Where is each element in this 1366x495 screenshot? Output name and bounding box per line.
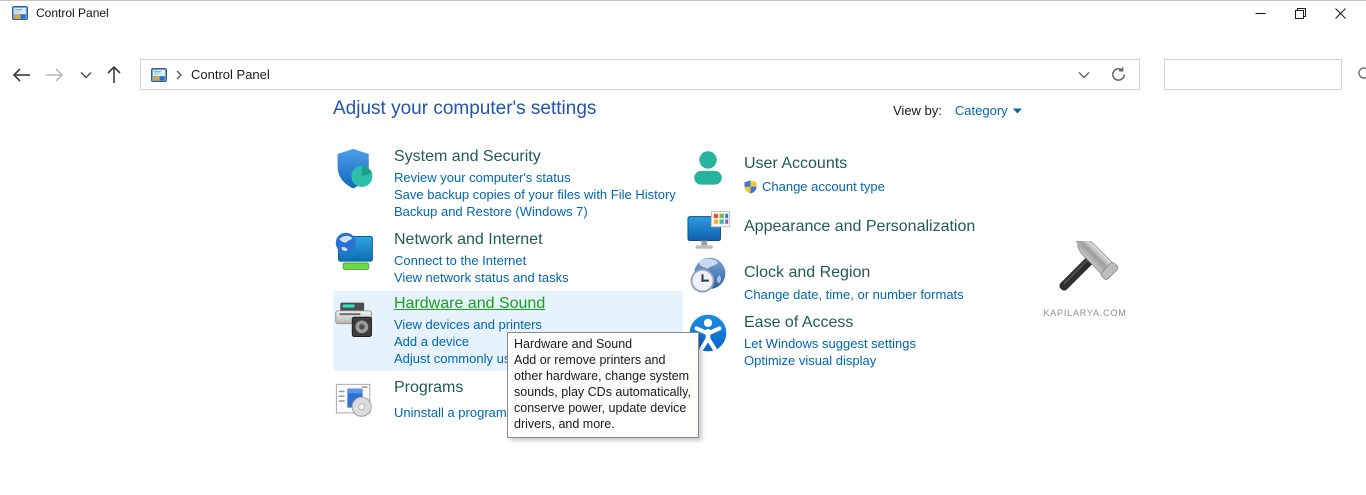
category-system-and-security: System and Security Review your computer… <box>333 147 676 220</box>
control-panel-icon <box>151 67 167 83</box>
search-input[interactable] <box>1165 60 1357 89</box>
tooltip-hardware-and-sound: Hardware and Sound Add or remove printer… <box>507 332 699 438</box>
link-change-date-time-formats[interactable]: Change date, time, or number formats <box>744 286 964 303</box>
recent-pages-button[interactable] <box>72 61 100 89</box>
watermark-text: KAPILARYA.COM <box>1030 308 1140 318</box>
breadcrumb-root[interactable]: Control Panel <box>191 67 270 82</box>
link-file-history[interactable]: Save backup copies of your files with Fi… <box>394 186 676 203</box>
view-by-label: View by: <box>893 103 942 118</box>
refresh-icon[interactable] <box>1110 66 1127 83</box>
category-title-system-and-security[interactable]: System and Security <box>394 147 676 167</box>
recent-pages-chevron-icon <box>80 71 92 79</box>
dropdown-triangle-icon <box>1013 108 1022 114</box>
printer-speaker-icon[interactable] <box>333 298 377 342</box>
window-title: Control Panel <box>36 6 109 20</box>
address-bar[interactable]: Control Panel <box>140 59 1140 90</box>
minimize-button[interactable] <box>1240 1 1280 25</box>
category-title-ease-of-access[interactable]: Ease of Access <box>744 313 916 333</box>
user-person-icon[interactable] <box>686 148 730 192</box>
category-user-accounts: User Accounts Change account type <box>686 154 885 197</box>
page-title: Adjust your computer's settings <box>333 98 596 120</box>
magnifier-icon[interactable] <box>1357 66 1366 83</box>
link-backup-restore[interactable]: Backup and Restore (Windows 7) <box>394 203 676 220</box>
search-box[interactable] <box>1164 59 1342 90</box>
back-arrow-icon <box>12 67 32 83</box>
link-network-status[interactable]: View network status and tasks <box>394 269 569 286</box>
shield-security-icon[interactable] <box>333 147 377 193</box>
link-optimize-visual-display[interactable]: Optimize visual display <box>744 352 916 369</box>
close-icon <box>1335 8 1346 19</box>
link-view-devices-printers[interactable]: View devices and printers <box>394 316 621 333</box>
programs-cd-icon[interactable] <box>333 380 377 422</box>
title-bar: Control Panel <box>0 1 1366 25</box>
category-title-clock-and-region[interactable]: Clock and Region <box>744 263 964 283</box>
category-clock-and-region: Clock and Region Change date, time, or n… <box>686 263 964 304</box>
forward-button[interactable] <box>40 61 68 89</box>
control-panel-window: Control Panel <box>0 0 1366 495</box>
navigation-bar: Control Panel <box>0 25 1366 75</box>
hammer-icon <box>1046 241 1124 301</box>
link-connect-internet[interactable]: Connect to the Internet <box>394 252 569 269</box>
category-title-user-accounts[interactable]: User Accounts <box>744 154 885 174</box>
watermark: KAPILARYA.COM <box>1030 241 1140 318</box>
link-review-computer-status[interactable]: Review your computer's status <box>394 169 676 186</box>
category-programs: Programs Uninstall a program <box>333 378 507 427</box>
minimize-icon <box>1255 8 1266 19</box>
category-network-and-internet: Network and Internet Connect to the Inte… <box>333 230 569 286</box>
back-button[interactable] <box>8 61 36 89</box>
view-by-control: View by: Category <box>893 103 1022 118</box>
category-ease-of-access: Ease of Access Let Windows suggest setti… <box>686 313 916 369</box>
restore-icon <box>1295 8 1306 19</box>
category-title-hardware-and-sound[interactable]: Hardware and Sound <box>394 294 621 314</box>
link-change-account-type[interactable]: Change account type <box>762 178 885 195</box>
close-button[interactable] <box>1320 1 1360 25</box>
up-button[interactable] <box>100 61 128 89</box>
category-title-appearance-personalization[interactable]: Appearance and Personalization <box>744 217 975 237</box>
network-monitor-icon[interactable] <box>333 230 377 274</box>
tooltip-title: Hardware and Sound <box>514 336 692 352</box>
forward-arrow-icon <box>44 67 64 83</box>
restore-button[interactable] <box>1280 1 1320 25</box>
control-panel-icon <box>12 5 28 21</box>
breadcrumb-chevron-icon <box>175 70 183 80</box>
view-by-value[interactable]: Category <box>955 103 1008 118</box>
personalization-monitor-icon[interactable] <box>686 209 732 253</box>
globe-clock-icon[interactable] <box>686 255 730 299</box>
tooltip-body: Add or remove printers and other hardwar… <box>514 352 692 432</box>
link-uninstall-program[interactable]: Uninstall a program <box>394 404 507 421</box>
view-by-dropdown[interactable]: Category <box>955 103 1022 118</box>
uac-shield-icon <box>744 180 757 194</box>
address-dropdown-chevron-icon[interactable] <box>1078 71 1090 79</box>
link-windows-suggest-settings[interactable]: Let Windows suggest settings <box>744 335 916 352</box>
up-arrow-icon <box>106 65 122 85</box>
category-title-programs[interactable]: Programs <box>394 378 507 398</box>
category-appearance-personalization: Appearance and Personalization <box>686 217 975 258</box>
category-title-network-and-internet[interactable]: Network and Internet <box>394 230 569 250</box>
